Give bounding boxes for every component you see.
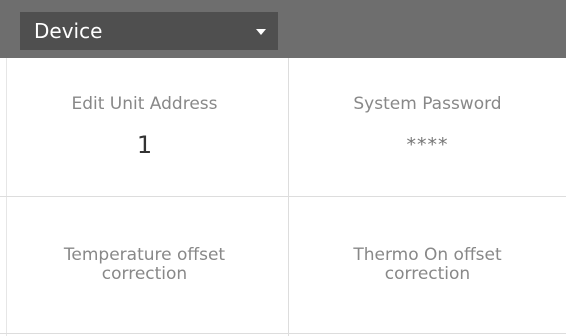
system-password-value: **** <box>406 134 449 156</box>
system-password-label: System Password <box>353 94 502 114</box>
system-password-tile[interactable]: System Password **** <box>289 58 566 197</box>
thermo-on-offset-label-line2: correction <box>384 264 471 284</box>
thermo-on-offset-label-line1: Thermo On offset <box>353 245 502 265</box>
caret-down-icon <box>256 29 266 35</box>
edit-unit-address-value: 1 <box>136 131 153 159</box>
temperature-offset-label-line2: correction <box>101 264 188 284</box>
temperature-offset-correction-tile[interactable]: Temperature offset correction <box>0 197 289 336</box>
edit-unit-address-tile[interactable]: Edit Unit Address 1 <box>0 58 289 197</box>
edit-unit-address-label: Edit Unit Address <box>71 94 218 114</box>
thermo-on-offset-correction-tile[interactable]: Thermo On offset correction <box>289 197 566 336</box>
device-dropdown-label: Device <box>34 19 103 43</box>
device-settings-screen: Device Edit Unit Address 1 System Passwo… <box>0 0 566 336</box>
device-dropdown[interactable]: Device <box>20 12 278 50</box>
header-bar: Device <box>0 0 566 58</box>
settings-grid: Edit Unit Address 1 System Password ****… <box>0 58 566 336</box>
temperature-offset-label-line1: Temperature offset <box>63 245 226 265</box>
